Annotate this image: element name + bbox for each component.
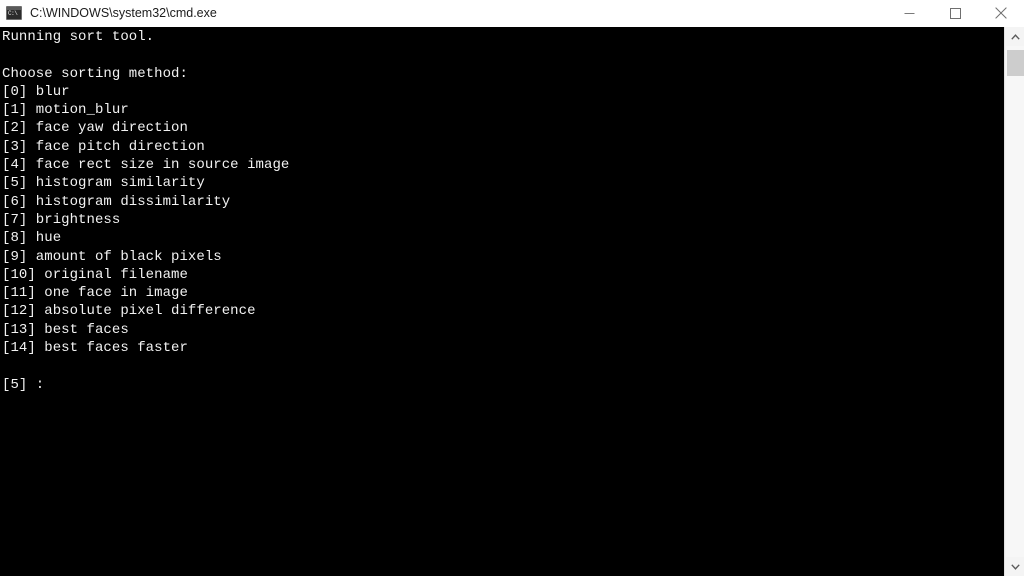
console-line: [5] histogram similarity — [2, 175, 205, 192]
console-line: [5] : — [2, 376, 45, 393]
window-controls — [886, 0, 1024, 27]
console-line: Choose sorting method: — [2, 65, 188, 82]
console-line: [12] absolute pixel difference — [2, 303, 256, 320]
scrollbar-down-button[interactable] — [1006, 557, 1024, 576]
window-title: C:\WINDOWS\system32\cmd.exe — [30, 6, 217, 20]
title-bar[interactable]: C:\WINDOWS\system32\cmd.exe — [0, 0, 1024, 27]
minimize-button[interactable] — [886, 0, 932, 27]
maximize-icon — [949, 7, 961, 19]
cmd-console-icon — [6, 6, 22, 20]
console-line: [2] face yaw direction — [2, 120, 188, 137]
chevron-down-icon — [1011, 563, 1020, 570]
console-line: [10] original filename — [2, 266, 188, 283]
console-line: [8] hue — [2, 230, 62, 247]
console-scrollbar[interactable] — [1004, 27, 1024, 576]
console-line: [6] histogram dissimilarity — [2, 193, 231, 210]
console-line: Running sort tool. — [2, 29, 155, 45]
console-line: [9] amount of black pixels — [2, 248, 222, 265]
console-output-area[interactable]: Running sort tool. Choose sorting method… — [0, 27, 1004, 576]
scrollbar-up-button[interactable] — [1006, 27, 1024, 46]
scrollbar-track[interactable] — [1006, 46, 1024, 557]
close-button[interactable] — [978, 0, 1024, 27]
console-line: [1] motion_blur — [2, 102, 129, 119]
console-line: [4] face rect size in source image — [2, 157, 290, 174]
chevron-up-icon — [1011, 33, 1020, 40]
minimize-icon — [904, 12, 914, 14]
console-line: [7] brightness — [2, 211, 121, 228]
console-line: [14] best faces faster — [2, 340, 188, 357]
cmd-window: C:\WINDOWS\system32\cmd.exe Run — [0, 0, 1024, 576]
maximize-button[interactable] — [932, 0, 978, 27]
scrollbar-thumb[interactable] — [1007, 50, 1024, 76]
console-line: [11] one face in image — [2, 285, 188, 302]
console-line: [3] face pitch direction — [2, 138, 205, 155]
console-text: Running sort tool. Choose sorting method… — [0, 27, 1004, 394]
title-bar-left: C:\WINDOWS\system32\cmd.exe — [0, 6, 886, 20]
close-icon — [995, 7, 1007, 19]
console-line: [0] blur — [2, 83, 70, 100]
console-line: [13] best faces — [2, 321, 129, 338]
